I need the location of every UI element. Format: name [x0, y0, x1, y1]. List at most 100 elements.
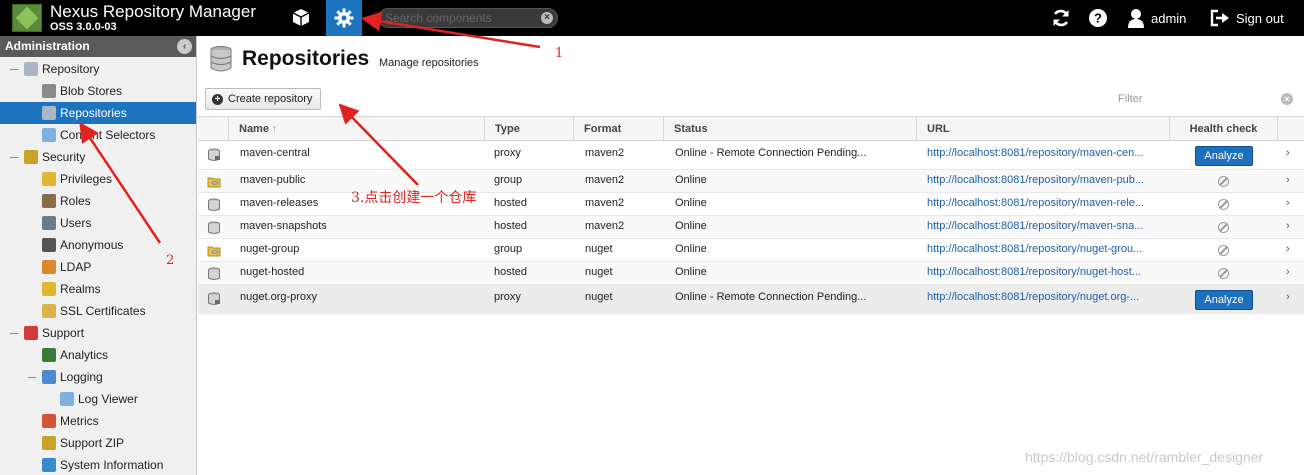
filter-clear-icon[interactable]: × — [1281, 93, 1293, 105]
blob-store-icon — [42, 84, 56, 98]
cell-url[interactable]: http://localhost:8081/repository/maven-r… — [927, 197, 1162, 209]
cell-url[interactable]: http://localhost:8081/repository/maven-s… — [927, 220, 1162, 232]
health-check-unavailable-icon — [1218, 268, 1229, 279]
sidebar-item-repository[interactable]: Repository — [0, 58, 196, 80]
sidebar-item-ssl-certificates[interactable]: SSL Certificates — [0, 300, 196, 322]
table-row[interactable]: nuget-hosted hosted nuget Online http://loca… — [198, 262, 1304, 285]
table-row[interactable]: nuget.org-proxy proxy nuget Online - Remote… — [198, 285, 1304, 314]
collapse-toggle-icon[interactable] — [10, 333, 18, 334]
sidebar-item-metrics[interactable]: Metrics — [0, 410, 196, 432]
browse-button[interactable] — [283, 0, 319, 36]
collapse-sidebar-icon[interactable]: ‹ — [177, 39, 192, 54]
cell-status: Online — [675, 243, 707, 255]
sidebar-item-realms[interactable]: Realms — [0, 278, 196, 300]
help-icon: ? — [1089, 9, 1107, 27]
collapse-toggle-icon[interactable] — [10, 157, 18, 158]
sidebar-item-privileges[interactable]: Privileges — [0, 168, 196, 190]
cell-name: nuget-hosted — [240, 266, 305, 278]
cell-url[interactable]: http://localhost:8081/repository/maven-c… — [927, 147, 1162, 159]
page-subtitle: Manage repositories — [379, 57, 479, 69]
chevron-right-icon[interactable]: › — [1286, 291, 1290, 303]
analyze-button[interactable]: Analyze — [1195, 290, 1253, 310]
plus-icon: + — [212, 93, 223, 105]
user-name: admin — [1151, 10, 1187, 26]
chevron-right-icon[interactable]: › — [1286, 266, 1290, 278]
sidebar-item-label: SSL Certificates — [60, 304, 146, 318]
sidebar-item-label: Privileges — [60, 172, 113, 186]
table-row[interactable]: maven-central proxy maven2 Online - Remote … — [198, 141, 1304, 170]
content-selector-icon — [42, 128, 56, 142]
collapse-toggle-icon[interactable] — [28, 377, 36, 378]
column-type[interactable]: Type — [484, 117, 573, 141]
hosted-repo-icon — [207, 198, 221, 212]
sidebar-item-label: Roles — [60, 194, 91, 208]
hosted-repo-icon — [207, 267, 221, 281]
column-url[interactable]: URL — [916, 117, 1169, 141]
column-status[interactable]: Status — [663, 117, 916, 141]
sidebar-item-label: Logging — [60, 370, 103, 384]
chevron-right-icon[interactable]: › — [1286, 147, 1290, 159]
sidebar-item-logging[interactable]: Logging — [0, 366, 196, 388]
column-health-check[interactable]: Health check — [1169, 117, 1277, 141]
sidebar-item-analytics[interactable]: Analytics — [0, 344, 196, 366]
sidebar-header: Administration ‹ — [0, 36, 196, 57]
user-menu[interactable]: admin — [1127, 0, 1186, 36]
cell-url[interactable]: http://localhost:8081/repository/nuget-g… — [927, 243, 1162, 255]
column-format[interactable]: Format — [573, 117, 663, 141]
sidebar-item-label: Analytics — [60, 348, 109, 362]
cell-status: Online — [675, 220, 707, 232]
annotation-step-3: 3.点击创建一个仓库 — [351, 190, 477, 206]
top-bar: Nexus Repository Manager OSS 3.0.0-03 Se… — [0, 0, 1304, 36]
filter-input[interactable] — [1118, 91, 1298, 107]
create-repository-label: Create repository — [228, 93, 313, 105]
sign-out-icon — [1210, 9, 1229, 27]
ldap-icon — [42, 260, 56, 274]
sidebar-item-roles[interactable]: Roles — [0, 190, 196, 212]
sidebar-item-label: System Information — [60, 458, 164, 472]
system-info-icon — [42, 458, 56, 472]
sidebar-item-users[interactable]: Users — [0, 212, 196, 234]
sidebar-item-log-viewer[interactable]: Log Viewer — [0, 388, 196, 410]
cell-url[interactable]: http://localhost:8081/repository/nuget-h… — [927, 266, 1162, 278]
table-row[interactable]: nuget-group group nuget Online http://localh… — [198, 239, 1304, 262]
sidebar-item-repositories[interactable]: Repositories — [0, 102, 196, 124]
cell-url[interactable]: http://localhost:8081/repository/maven-p… — [927, 174, 1162, 186]
search-input[interactable] — [385, 10, 535, 26]
chevron-right-icon[interactable]: › — [1286, 197, 1290, 209]
analyze-button[interactable]: Analyze — [1195, 146, 1253, 166]
create-repository-button[interactable]: + Create repository — [205, 88, 322, 110]
sign-out-button[interactable]: Sign out — [1210, 0, 1284, 36]
chevron-right-icon[interactable]: › — [1286, 220, 1290, 232]
support-icon — [24, 326, 38, 340]
grid-header: Name ↑ Type Format Status URL Health che… — [198, 116, 1304, 141]
metrics-icon — [42, 414, 56, 428]
sidebar-item-content-selectors[interactable]: Content Selectors — [0, 124, 196, 146]
proxy-repo-icon — [207, 292, 221, 306]
sidebar-item-support[interactable]: Support — [0, 322, 196, 344]
sidebar-item-blob-stores[interactable]: Blob Stores — [0, 80, 196, 102]
database-icon — [210, 46, 232, 72]
administration-button[interactable] — [326, 0, 362, 36]
column-name[interactable]: Name ↑ — [228, 117, 484, 141]
log-viewer-icon — [60, 392, 74, 406]
proxy-repo-icon — [207, 148, 221, 162]
collapse-toggle-icon[interactable] — [10, 69, 18, 70]
nexus-logo-icon — [12, 4, 42, 32]
zip-icon — [42, 436, 56, 450]
sidebar-item-label: Support — [42, 326, 85, 340]
chevron-right-icon[interactable]: › — [1286, 174, 1290, 186]
cell-status: Online — [675, 266, 707, 278]
realms-icon — [42, 282, 56, 296]
cell-name: maven-central — [240, 147, 310, 159]
refresh-button[interactable] — [1043, 0, 1079, 36]
sidebar-item-support-zip[interactable]: Support ZIP — [0, 432, 196, 454]
sidebar-item-security[interactable]: Security — [0, 146, 196, 168]
table-row[interactable]: maven-snapshots hosted maven2 Online http://… — [198, 216, 1304, 239]
search-clear-icon[interactable]: × — [541, 12, 553, 24]
cell-url[interactable]: http://localhost:8081/repository/nuget.o… — [927, 291, 1162, 303]
sidebar-item-system-information[interactable]: System Information — [0, 454, 196, 475]
help-button[interactable]: ? — [1080, 0, 1116, 36]
chevron-right-icon[interactable]: › — [1286, 243, 1290, 255]
privilege-icon — [42, 172, 56, 186]
cell-name: nuget-group — [240, 243, 300, 255]
